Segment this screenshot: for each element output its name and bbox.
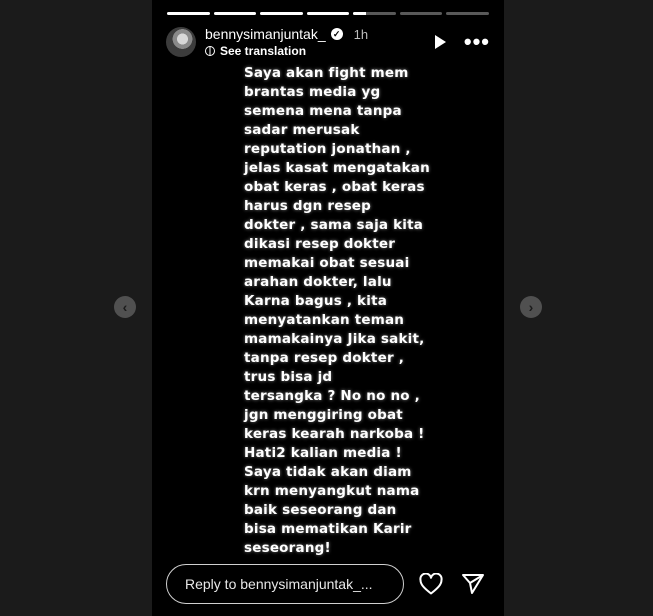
see-translation-label: See translation xyxy=(220,44,307,58)
post-time: 1h xyxy=(353,26,369,42)
reply-bar xyxy=(166,564,490,604)
story-progress-bar xyxy=(167,12,490,15)
progress-segment xyxy=(399,12,443,15)
story-meta: bennysimanjuntak_ ✓ 1h See translation xyxy=(205,26,368,58)
chevron-left-icon: ‹ xyxy=(122,299,128,315)
globe-icon xyxy=(205,46,215,56)
more-options-icon[interactable]: ••• xyxy=(464,31,490,53)
progress-segment-fill xyxy=(306,12,350,15)
progress-segment-fill xyxy=(353,12,367,15)
story-viewer: bennysimanjuntak_ ✓ 1h See translation •… xyxy=(152,0,504,616)
progress-segment xyxy=(306,12,350,15)
story-text: Saya akan fight mem brantas media yg sem… xyxy=(244,65,430,556)
progress-segment xyxy=(260,12,303,15)
send-icon[interactable] xyxy=(460,571,486,597)
progress-segment xyxy=(353,12,396,15)
username[interactable]: bennysimanjuntak_ xyxy=(205,26,326,42)
see-translation-button[interactable]: See translation xyxy=(205,44,368,58)
progress-segment xyxy=(446,12,490,15)
progress-segment-fill xyxy=(167,12,210,15)
verified-badge-icon: ✓ xyxy=(330,28,343,40)
progress-segment xyxy=(213,12,257,15)
avatar[interactable] xyxy=(166,27,196,57)
next-story-button[interactable]: › xyxy=(520,296,542,318)
progress-segment-fill xyxy=(260,12,303,15)
heart-icon[interactable] xyxy=(418,571,444,597)
progress-segment xyxy=(167,12,210,15)
story-header: bennysimanjuntak_ ✓ 1h See translation •… xyxy=(166,24,490,60)
progress-segment-fill xyxy=(213,12,257,15)
reply-input[interactable] xyxy=(166,564,404,604)
previous-story-button[interactable]: ‹ xyxy=(114,296,136,318)
chevron-right-icon: › xyxy=(528,299,534,315)
play-icon[interactable] xyxy=(434,35,446,49)
